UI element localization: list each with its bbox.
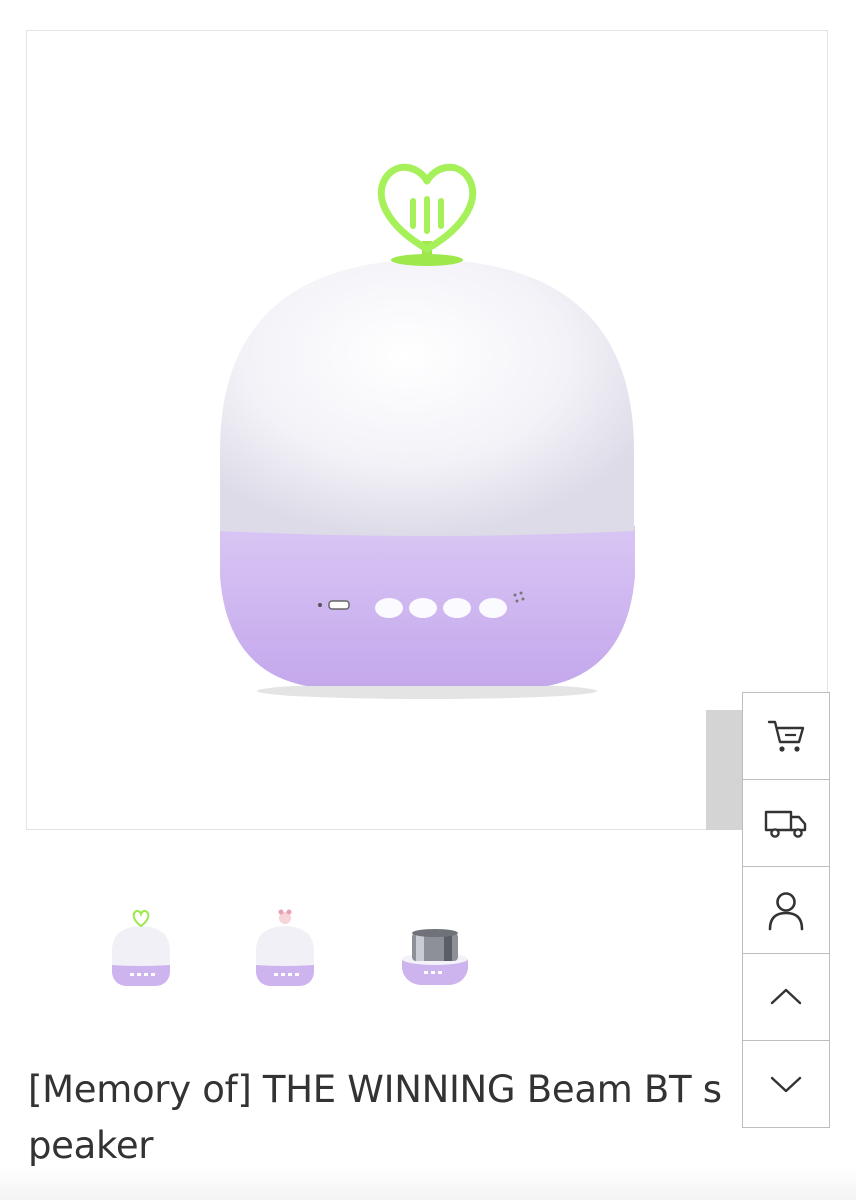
thumbnail-image	[112, 909, 170, 986]
cart-button[interactable]	[743, 693, 829, 780]
chevron-up-icon	[770, 988, 802, 1005]
thumbnail-image	[256, 909, 314, 986]
floating-side-toolbar	[742, 692, 830, 1128]
product-title: [Memory of] THE WINNING Beam BT speaker	[28, 1068, 722, 1167]
bottom-fade	[0, 1168, 856, 1200]
scroll-top-button[interactable]	[743, 954, 829, 1041]
delivery-button[interactable]	[743, 780, 829, 867]
thumbnail-item[interactable]	[230, 893, 340, 1003]
my-page-button[interactable]	[743, 867, 829, 954]
scroll-bottom-button[interactable]	[743, 1041, 829, 1127]
thumbnail-item[interactable]	[380, 893, 490, 1003]
user-icon	[768, 892, 804, 931]
cart-icon	[767, 720, 805, 752]
thumbnail-item[interactable]	[86, 893, 196, 1003]
truck-icon	[764, 810, 807, 838]
thumbnail-image	[402, 929, 468, 985]
chevron-down-icon	[770, 1076, 802, 1093]
image-slider-handle[interactable]	[706, 710, 746, 830]
